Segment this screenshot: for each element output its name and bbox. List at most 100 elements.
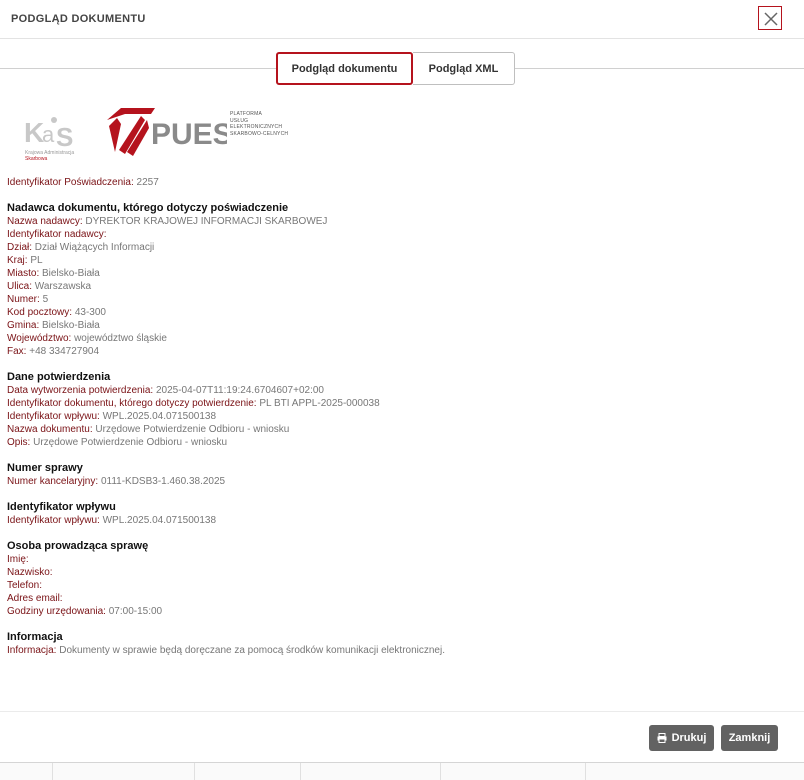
- field-row: Dział: Dział Wiążących Informacji: [7, 241, 797, 254]
- puesc-logo: PUESC: [107, 108, 227, 156]
- print-button-label: Drukuj: [671, 732, 707, 744]
- close-dialog-button[interactable]: Zamknij: [721, 725, 778, 751]
- field-row: Adres email:: [7, 592, 797, 605]
- section-title: Informacja: [7, 631, 63, 643]
- puesc-wordmark: PUESC: [151, 118, 227, 151]
- tab-document-preview[interactable]: Podgląd dokumentu: [276, 52, 413, 85]
- field-row: Identyfikator nadawcy:: [7, 228, 797, 241]
- puesc-tagline: PLATFORMA USŁUG ELEKTRONICZNYCH SKARBOWO…: [230, 111, 288, 137]
- field-row: Identyfikator wpływu: WPL.2025.04.071500…: [7, 514, 797, 527]
- puesc-tagline-line: SKARBOWO-CELNYCH: [230, 130, 289, 137]
- field-row: Identyfikator dokumentu, którego dotyczy…: [7, 397, 797, 410]
- section-title: Osoba prowadząca sprawę: [7, 540, 149, 552]
- field-label: Identyfikator dokumentu, którego dotyczy…: [7, 398, 257, 409]
- field-row: Nazwa dokumentu: Urzędowe Potwierdzenie …: [7, 423, 797, 436]
- section-title: Numer sprawy: [7, 462, 83, 474]
- section-title: Identyfikator wpływu: [7, 501, 116, 513]
- strip-divider: [300, 763, 301, 780]
- field-value: Dział Wiążących Informacji: [34, 242, 155, 253]
- printer-icon: [657, 733, 667, 743]
- field-row: Numer: 5: [7, 293, 797, 306]
- field-value: 2257: [136, 177, 159, 188]
- logos-area: K a S Krajowa Administracja Skarbowa PUE…: [0, 100, 804, 164]
- field-label: Numer kancelaryjny:: [7, 476, 99, 487]
- svg-text:S: S: [56, 122, 73, 152]
- field-row: Telefon:: [7, 579, 797, 592]
- print-button[interactable]: Drukuj: [649, 725, 714, 751]
- field-value: WPL.2025.04.071500138: [102, 411, 217, 422]
- section-title: Dane potwierdzenia: [7, 371, 111, 383]
- certificate-id-row: Identyfikator Poświadczenia: 2257: [7, 176, 797, 189]
- field-row: Fax: +48 334727904: [7, 345, 797, 358]
- field-row: Kod pocztowy: 43-300: [7, 306, 797, 319]
- strip-divider: [52, 763, 53, 780]
- field-row: Opis: Urzędowe Potwierdzenie Odbioru - w…: [7, 436, 797, 449]
- field-value: DYREKTOR KRAJOWEJ INFORMACJI SKARBOWEJ: [85, 216, 328, 227]
- strip-divider: [585, 763, 586, 780]
- field-label: Identyfikator wpływu:: [7, 515, 100, 526]
- field-value: PL BTI APPL-2025-000038: [259, 398, 380, 409]
- section-title: Nadawca dokumentu, którego dotyczy poświ…: [7, 202, 289, 214]
- field-row: Informacja: Dokumenty w sprawie będą dor…: [7, 644, 797, 657]
- field-row: Godziny urzędowania: 07:00-15:00: [7, 605, 797, 618]
- field-label: Kraj:: [7, 255, 28, 266]
- field-label: Dział:: [7, 242, 33, 253]
- field-value: Urzędowe Potwierdzenie Odbioru - wniosku: [33, 437, 228, 448]
- field-label: Miasto:: [7, 268, 40, 279]
- field-label: Gmina:: [7, 320, 40, 331]
- document-preview-dialog: PODGLĄD DOKUMENTU Podgląd dokumentu Podg…: [0, 0, 804, 780]
- field-row: Data wytworzenia potwierdzenia: 2025-04-…: [7, 384, 797, 397]
- dialog-header: PODGLĄD DOKUMENTU: [0, 0, 804, 39]
- field-value: 07:00-15:00: [108, 606, 163, 617]
- field-label: Fax:: [7, 346, 27, 357]
- field-label: Numer:: [7, 294, 40, 305]
- field-label: Identyfikator nadawcy:: [7, 229, 107, 240]
- kas-caption-line2: Skarbowa: [25, 156, 48, 162]
- field-label: Nazwisko:: [7, 567, 53, 578]
- field-row: Województwo: województwo śląskie: [7, 332, 797, 345]
- field-value: WPL.2025.04.071500138: [102, 515, 217, 526]
- close-icon: [764, 12, 778, 26]
- field-row: Numer kancelaryjny: 0111-KDSB3-1.460.38.…: [7, 475, 797, 488]
- tab-xml-preview[interactable]: Podgląd XML: [413, 52, 515, 85]
- field-label: Kod pocztowy:: [7, 307, 73, 318]
- kas-caption: Krajowa Administracja Skarbowa: [25, 150, 74, 162]
- field-value: 0111-KDSB3-1.460.38.2025: [100, 476, 226, 487]
- field-row: Nazwa nadawcy: DYREKTOR KRAJOWEJ INFORMA…: [7, 215, 797, 228]
- field-row: Kraj: PL: [7, 254, 797, 267]
- field-value: województwo śląskie: [74, 333, 167, 344]
- field-label: Telefon:: [7, 580, 43, 591]
- field-row: Identyfikator wpływu: WPL.2025.04.071500…: [7, 410, 797, 423]
- strip-divider: [194, 763, 195, 780]
- dialog-title: PODGLĄD DOKUMENTU: [11, 13, 146, 25]
- field-value: Dokumenty w sprawie będą doręczane za po…: [59, 645, 445, 656]
- field-label: Nazwa nadawcy:: [7, 216, 83, 227]
- field-row: Nazwisko:: [7, 566, 797, 579]
- close-button[interactable]: [758, 6, 782, 30]
- field-label: Data wytworzenia potwierdzenia:: [7, 385, 154, 396]
- field-label: Adres email:: [7, 593, 63, 604]
- document-content: Identyfikator Poświadczenia: 2257 Nadawc…: [7, 176, 797, 657]
- field-label: Opis:: [7, 437, 31, 448]
- field-value: 5: [42, 294, 49, 305]
- field-label: Godziny urzędowania:: [7, 606, 106, 617]
- background-strip: [0, 762, 804, 780]
- field-label: Ulica:: [7, 281, 33, 292]
- strip-divider: [440, 763, 441, 780]
- field-value: Warszawska: [34, 281, 92, 292]
- field-value: 43-300: [74, 307, 106, 318]
- field-label: Województwo:: [7, 333, 72, 344]
- footer-divider: [0, 711, 804, 712]
- field-row: Gmina: Bielsko-Biała: [7, 319, 797, 332]
- field-value: PL: [30, 255, 43, 266]
- field-value: Bielsko-Biała: [42, 320, 100, 331]
- field-row: Ulica: Warszawska: [7, 280, 797, 293]
- field-row: Miasto: Bielsko-Biała: [7, 267, 797, 280]
- field-value: 2025-04-07T11:19:24.6704607+02:00: [155, 385, 324, 396]
- field-label: Imię:: [7, 554, 29, 565]
- puesc-tagline-line: ELEKTRONICZNYCH: [230, 124, 283, 130]
- field-label: Informacja:: [7, 645, 57, 656]
- svg-text:a: a: [42, 122, 55, 147]
- field-row: Imię:: [7, 553, 797, 566]
- field-label: Identyfikator Poświadczenia:: [7, 177, 134, 188]
